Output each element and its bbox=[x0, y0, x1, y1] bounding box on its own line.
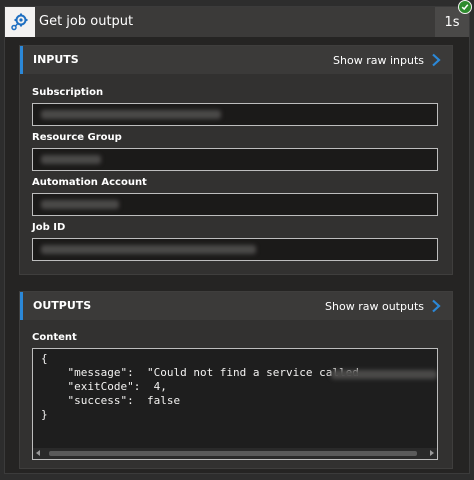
automation-gear-icon bbox=[5, 7, 35, 37]
resource-group-label: Resource Group bbox=[32, 132, 122, 143]
horizontal-scrollbar[interactable] bbox=[33, 448, 437, 459]
scroll-right-icon[interactable] bbox=[430, 450, 434, 456]
redacted-value bbox=[41, 245, 256, 254]
content-label: Content bbox=[32, 332, 77, 343]
show-raw-outputs-link[interactable]: Show raw outputs bbox=[325, 299, 442, 313]
resource-group-field[interactable] bbox=[32, 148, 438, 171]
scrollbar-thumb[interactable] bbox=[49, 451, 417, 456]
job-id-label: Job ID bbox=[32, 222, 66, 233]
code-line: "message": "Could not find a service cal… bbox=[41, 366, 359, 379]
content-code-view[interactable]: { "message": "Could not find a service c… bbox=[32, 348, 438, 460]
automation-account-label: Automation Account bbox=[32, 177, 147, 188]
action-card: Get job output 1s INPUTS Show raw inputs… bbox=[4, 6, 470, 474]
inputs-header: INPUTS Show raw inputs bbox=[20, 46, 452, 74]
redacted-value bbox=[41, 110, 221, 119]
code-line: "exitCode": 4, bbox=[41, 380, 167, 393]
redacted-value bbox=[331, 370, 437, 379]
action-header[interactable]: Get job output 1s bbox=[5, 7, 469, 37]
job-id-field[interactable] bbox=[32, 238, 438, 261]
inputs-panel: INPUTS Show raw inputs Subscription Reso… bbox=[19, 45, 453, 275]
redacted-value bbox=[41, 155, 101, 164]
chevron-right-icon bbox=[432, 299, 441, 313]
success-check-icon bbox=[458, 0, 472, 14]
code-line: { bbox=[41, 352, 48, 365]
chevron-right-icon bbox=[432, 53, 441, 67]
outputs-label: OUTPUTS bbox=[33, 299, 92, 312]
outputs-header: OUTPUTS Show raw outputs bbox=[20, 292, 452, 320]
show-raw-outputs-label: Show raw outputs bbox=[325, 299, 424, 313]
subscription-label: Subscription bbox=[32, 87, 104, 98]
show-raw-inputs-link[interactable]: Show raw inputs bbox=[333, 53, 442, 67]
subscription-field[interactable] bbox=[32, 103, 438, 126]
outputs-panel: OUTPUTS Show raw outputs Content { "mess… bbox=[19, 291, 453, 469]
action-title: Get job output bbox=[39, 14, 134, 29]
show-raw-inputs-label: Show raw inputs bbox=[333, 53, 424, 67]
inputs-label: INPUTS bbox=[33, 53, 79, 66]
code-line: "success": false bbox=[41, 394, 181, 407]
automation-account-field[interactable] bbox=[32, 193, 438, 216]
scroll-left-icon[interactable] bbox=[36, 450, 40, 456]
redacted-value bbox=[41, 200, 119, 209]
code-line: } bbox=[41, 408, 48, 421]
